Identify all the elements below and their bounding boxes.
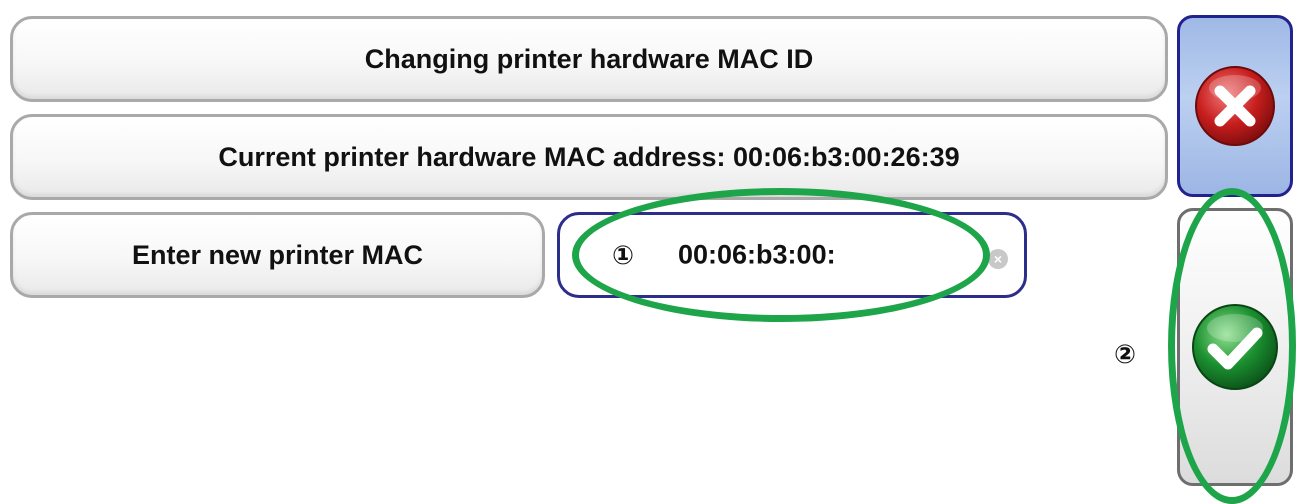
current-mac-text: Current printer hardware MAC address: 00… — [218, 141, 960, 172]
callout-marker-1: ① — [612, 240, 635, 270]
clear-input-icon[interactable]: × — [988, 249, 1008, 269]
dialog-title: Changing printer hardware MAC ID — [364, 43, 814, 74]
enter-mac-label: Enter new printer MAC — [131, 239, 424, 270]
current-mac-panel: Current printer hardware MAC address: 00… — [10, 114, 1168, 200]
red-x-circle-icon — [1195, 66, 1275, 146]
new-mac-input-value: 00:06:b3:00: — [678, 239, 836, 270]
enter-mac-label-panel: Enter new printer MAC — [10, 212, 545, 298]
cancel-button[interactable] — [1177, 15, 1293, 197]
confirm-button[interactable] — [1177, 208, 1293, 486]
dialog-title-panel: Changing printer hardware MAC ID — [10, 16, 1168, 102]
callout-marker-2: ② — [1114, 339, 1137, 369]
green-check-circle-icon — [1192, 304, 1278, 390]
